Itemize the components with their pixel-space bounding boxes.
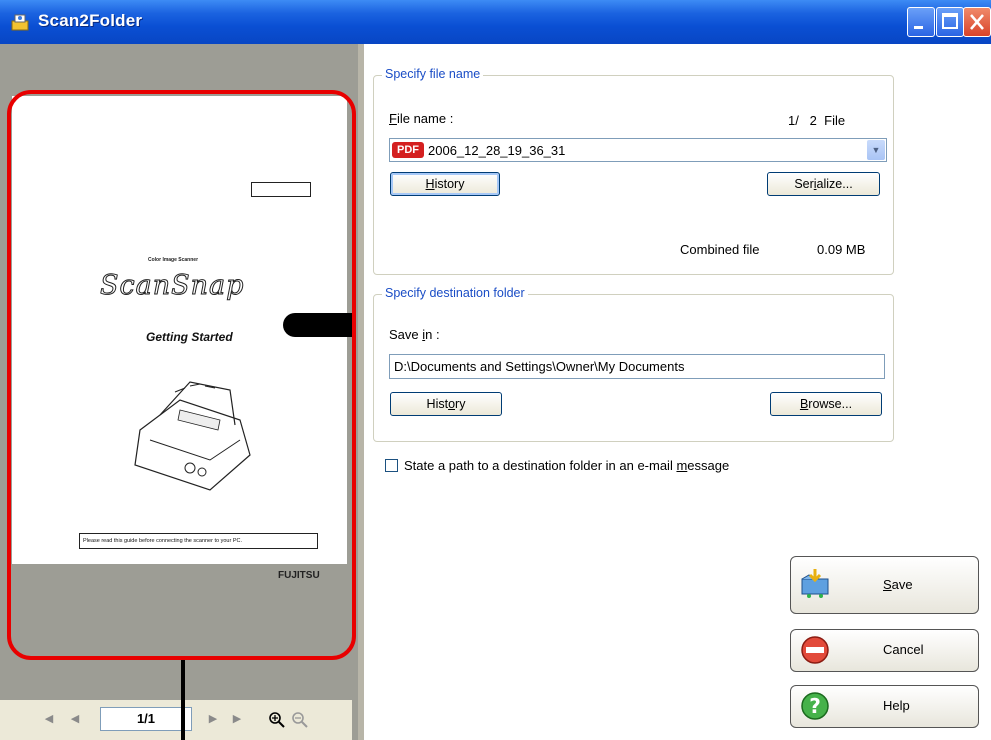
- first-page-icon[interactable]: ◀: [42, 712, 56, 726]
- close-icon: [970, 14, 984, 30]
- save-label: Save: [883, 577, 913, 592]
- minimize-icon: [914, 26, 923, 29]
- page-number-input[interactable]: 1/1: [100, 707, 192, 731]
- cancel-icon: [801, 636, 829, 664]
- email-path-checkbox[interactable]: [385, 459, 398, 472]
- email-path-label[interactable]: State a path to a destination folder in …: [404, 458, 729, 473]
- destination-path-field[interactable]: D:\Documents and Settings\Owner\My Docum…: [389, 354, 885, 379]
- specify-destination-title: Specify destination folder: [382, 286, 528, 300]
- help-icon: ?: [801, 692, 829, 720]
- zoom-in-icon[interactable]: [268, 711, 286, 729]
- title-bar[interactable]: Scan2Folder: [0, 0, 991, 44]
- annotation-frame: [7, 90, 356, 660]
- preview-navigation-bar: ◀ ◀ 1/1 ▶ ▶: [0, 700, 352, 740]
- chevron-down-icon[interactable]: ▼: [867, 140, 885, 160]
- save-folder-icon: [801, 569, 829, 598]
- file-name-combobox[interactable]: PDF 2006_12_28_19_36_31 ▼: [389, 138, 887, 162]
- close-button[interactable]: [963, 7, 991, 37]
- scan2folder-window: Scan2Folder Color Image Scanner ScanSnap…: [0, 0, 991, 740]
- maximize-icon: [942, 13, 958, 29]
- maximize-button[interactable]: [936, 7, 964, 37]
- save-button[interactable]: Save: [790, 556, 979, 614]
- next-page-icon[interactable]: ▶: [206, 712, 220, 726]
- minimize-button[interactable]: [907, 7, 935, 37]
- annotation-pointer-line: [181, 660, 185, 740]
- file-counter: 1/ 2 File: [788, 113, 846, 128]
- file-history-button[interactable]: History: [390, 172, 500, 196]
- serialize-button[interactable]: Serialize...: [767, 172, 880, 196]
- cancel-label: Cancel: [883, 642, 924, 657]
- destination-history-button[interactable]: History: [390, 392, 502, 416]
- file-name-value: 2006_12_28_19_36_31: [428, 143, 566, 158]
- specify-file-name-title: Specify file name: [382, 67, 484, 81]
- preview-pane-edge: [358, 44, 364, 740]
- window-title: Scan2Folder: [38, 11, 143, 30]
- file-name-label: File name :: [389, 111, 454, 126]
- zoom-out-icon[interactable]: [291, 711, 309, 729]
- browse-button[interactable]: Browse...: [770, 392, 882, 416]
- svg-text:?: ?: [809, 694, 821, 718]
- pdf-icon: PDF: [392, 142, 424, 158]
- last-page-icon[interactable]: ▶: [230, 712, 244, 726]
- cancel-button[interactable]: Cancel: [790, 629, 979, 672]
- previous-page-icon[interactable]: ◀: [68, 712, 82, 726]
- help-button[interactable]: ? Help: [790, 685, 979, 728]
- combined-file-size: 0.09 MB: [817, 242, 866, 257]
- help-label: Help: [883, 698, 910, 713]
- save-in-label: Save in :: [389, 327, 440, 342]
- combined-file-label: Combined file: [680, 242, 760, 257]
- app-icon: [11, 14, 29, 31]
